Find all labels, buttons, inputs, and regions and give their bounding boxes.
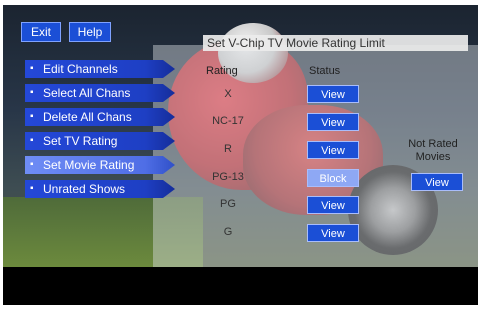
menu-label: Delete All Chans bbox=[43, 110, 132, 124]
panel-title: Set V-Chip TV Movie Rating Limit bbox=[203, 35, 468, 51]
status-button-x[interactable]: View bbox=[307, 85, 359, 103]
not-rated-status-button[interactable]: View bbox=[411, 173, 463, 191]
status-button-nc17[interactable]: View bbox=[307, 113, 359, 131]
menu-set-tv-rating[interactable]: ▪ Set TV Rating bbox=[25, 132, 175, 150]
menu-label: Set TV Rating bbox=[43, 134, 118, 148]
status-button-g[interactable]: View bbox=[307, 224, 359, 242]
status-button-pg[interactable]: View bbox=[307, 196, 359, 214]
rating-label-nc17: NC-17 bbox=[212, 115, 244, 127]
tv-screen: Exit Help ▪ Edit Channels ▪ Select All C… bbox=[3, 5, 478, 305]
menu-unrated-shows[interactable]: ▪ Unrated Shows bbox=[25, 180, 175, 198]
not-rated-label-line1: Not Rated bbox=[408, 138, 458, 150]
menu-select-all-chans[interactable]: ▪ Select All Chans bbox=[25, 84, 175, 102]
exit-button[interactable]: Exit bbox=[21, 22, 61, 42]
menu-label: Set Movie Rating bbox=[43, 158, 135, 172]
bullet-icon: ▪ bbox=[30, 135, 34, 146]
rating-label-r: R bbox=[224, 143, 232, 155]
menu-label: Unrated Shows bbox=[43, 182, 126, 196]
not-rated-label: Not Rated Movies bbox=[398, 138, 468, 164]
menu-label: Select All Chans bbox=[43, 86, 131, 100]
rating-label-pg13: PG-13 bbox=[212, 171, 244, 183]
status-button-pg13[interactable]: Block bbox=[307, 169, 359, 187]
bullet-icon: ▪ bbox=[30, 159, 34, 170]
menu-edit-channels[interactable]: ▪ Edit Channels bbox=[25, 60, 175, 78]
not-rated-label-line2: Movies bbox=[415, 151, 451, 163]
rating-label-pg: PG bbox=[220, 198, 236, 210]
menu-set-movie-rating[interactable]: ▪ Set Movie Rating bbox=[25, 156, 175, 174]
bullet-icon: ▪ bbox=[30, 87, 34, 98]
status-button-r[interactable]: View bbox=[307, 141, 359, 159]
menu-label: Edit Channels bbox=[43, 62, 118, 76]
bullet-icon: ▪ bbox=[30, 63, 34, 74]
help-button[interactable]: Help bbox=[69, 22, 111, 42]
rating-label-x: X bbox=[224, 88, 232, 100]
status-column-header: Status bbox=[309, 65, 341, 77]
bullet-icon: ▪ bbox=[30, 183, 34, 194]
rating-column-header: Rating bbox=[206, 65, 238, 77]
bullet-icon: ▪ bbox=[30, 111, 34, 122]
rating-label-g: G bbox=[223, 226, 233, 238]
menu-delete-all-chans[interactable]: ▪ Delete All Chans bbox=[25, 108, 175, 126]
